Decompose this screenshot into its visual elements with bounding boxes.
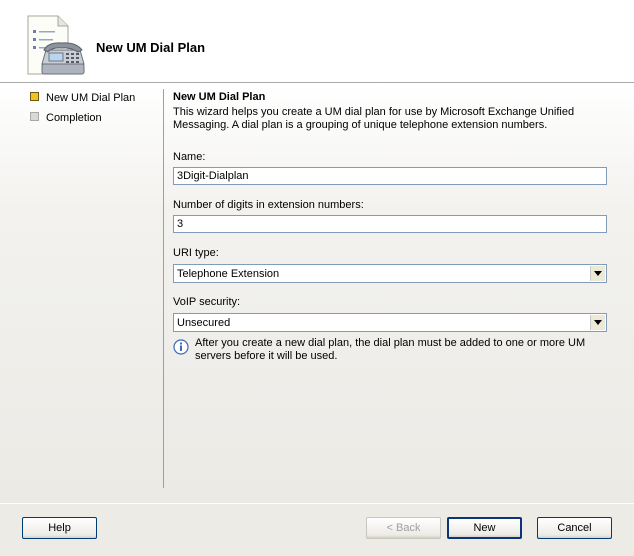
main-panel: New UM Dial Plan This wizard helps you c… bbox=[173, 91, 609, 362]
back-button[interactable]: < Back bbox=[366, 517, 441, 539]
uri-type-label: URI type: bbox=[173, 247, 219, 259]
voip-security-value: Unsecured bbox=[177, 317, 231, 329]
uri-type-select[interactable]: Telephone Extension bbox=[173, 264, 607, 283]
digits-field[interactable]: 3 bbox=[173, 215, 607, 233]
name-field[interactable]: 3Digit-Dialplan bbox=[173, 167, 607, 185]
page-title: New UM Dial Plan bbox=[173, 91, 266, 103]
page-description: This wizard helps you create a UM dial p… bbox=[173, 106, 575, 131]
nav-item-label: Completion bbox=[46, 112, 102, 124]
wizard-title: New UM Dial Plan bbox=[96, 40, 206, 55]
wizard-body: New UM Dial Plan Completion New UM Dial … bbox=[0, 83, 634, 503]
voip-security-select[interactable]: Unsecured bbox=[173, 313, 607, 332]
nav-divider bbox=[163, 89, 164, 488]
uri-type-value: Telephone Extension bbox=[177, 268, 280, 280]
wizard-steps-nav: New UM Dial Plan Completion bbox=[28, 91, 162, 131]
chevron-down-icon[interactable] bbox=[590, 266, 605, 281]
help-button[interactable]: Help bbox=[22, 517, 97, 539]
chevron-down-icon[interactable] bbox=[590, 315, 605, 330]
nav-item-new-um-dial-plan[interactable]: New UM Dial Plan bbox=[28, 91, 162, 111]
info-icon bbox=[173, 339, 189, 355]
phone-document-icon bbox=[27, 15, 85, 75]
nav-item-completion[interactable]: Completion bbox=[28, 111, 162, 131]
wizard-header: New UM Dial Plan bbox=[0, 0, 634, 83]
digits-label: Number of digits in extension numbers: bbox=[173, 199, 364, 211]
footer-divider bbox=[0, 503, 634, 504]
voip-security-label: VoIP security: bbox=[173, 296, 241, 308]
active-step-icon bbox=[30, 92, 39, 101]
cancel-button[interactable]: Cancel bbox=[537, 517, 612, 539]
new-button[interactable]: New bbox=[447, 517, 522, 539]
name-label: Name: bbox=[173, 151, 206, 163]
info-text: After you create a new dial plan, the di… bbox=[195, 337, 586, 362]
nav-item-label: New UM Dial Plan bbox=[46, 92, 136, 104]
inactive-step-icon bbox=[30, 112, 39, 121]
